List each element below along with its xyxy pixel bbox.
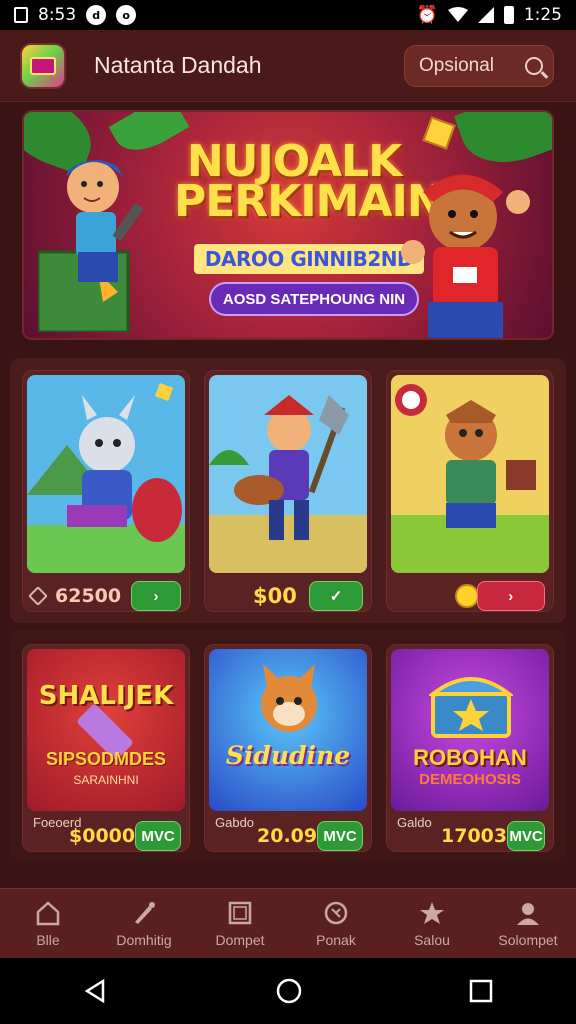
home-icon (36, 900, 60, 925)
nav-item-domhitig[interactable]: Domhitig (96, 889, 192, 958)
banner-subtitle: DAROO GINNIB2ND (194, 244, 424, 274)
game-card[interactable]: Sidudine Gabdo 20.09 MVC (204, 644, 372, 852)
price-row: 20.09 MVC (213, 821, 363, 851)
notification-icon (14, 7, 28, 23)
price-row: $0000 MVC (31, 821, 181, 851)
app-logo[interactable] (22, 44, 64, 87)
home-circle-icon[interactable] (275, 977, 303, 1005)
nav-item-dompet[interactable]: Dompet (192, 889, 288, 958)
nav-item-ponak[interactable]: Ponak (288, 889, 384, 958)
play-button[interactable]: MVC (135, 821, 181, 851)
back-icon[interactable] (83, 978, 109, 1004)
game-card[interactable]: $00 ✓ (204, 370, 372, 612)
system-nav-bar (0, 958, 576, 1024)
promo-banner[interactable]: NUJOALK PERKIMAIN! DAROO GINNIB2ND AOSD … (22, 110, 554, 340)
thumb-title: Sidudine (225, 741, 351, 770)
search-label: Opsional (419, 54, 494, 76)
game-card[interactable]: SHALIJEK SIPSODMDES SARAINHNI Foeoerd $0… (22, 644, 190, 852)
app-notification-icon: d (86, 5, 107, 25)
search-icon[interactable] (525, 56, 543, 75)
fox-icon (261, 664, 317, 732)
refresh-icon (324, 901, 348, 924)
status-left: 8:53 d o (14, 5, 137, 25)
game-thumbnail[interactable]: SHALIJEK SIPSODMDES SARAINHNI (27, 649, 185, 811)
game-price: $0000 (69, 825, 136, 847)
thumb-subtitle: SIPSODMDES (45, 749, 167, 769)
nav-label: Dompet (215, 931, 265, 948)
app-title: Natanta Dandah (94, 52, 262, 78)
status-time-right: 1:25 (523, 5, 562, 25)
game-thumbnail[interactable] (27, 375, 185, 573)
price-row: › (395, 581, 545, 611)
game-thumbnail[interactable]: ROBOHAN DEMEOHOSIS (391, 649, 549, 811)
thumb-title: SHALIJEK (38, 681, 174, 711)
search-box[interactable]: Opsional (404, 44, 554, 87)
signal-icon (477, 7, 494, 23)
wifi-icon (447, 7, 468, 22)
game-price: 17003 (441, 825, 508, 847)
action-button[interactable]: › (476, 581, 545, 611)
play-button[interactable]: MVC (507, 821, 545, 851)
game-price: 62500 (55, 585, 122, 607)
banner-cta-pill[interactable]: AOSD SATEPHOUNG NIN (209, 282, 419, 316)
profile-icon (517, 902, 539, 925)
nav-label: Domhitig (116, 931, 172, 948)
price-row: 17003 MVC (395, 821, 545, 851)
bottom-nav: Blle Domhitig Dompet Ponak Salou Solompe… (0, 888, 576, 958)
app-bar: Natanta Dandah Opsional (0, 30, 576, 102)
confirm-button[interactable]: ✓ (309, 581, 363, 611)
circle-notification-icon: o (116, 5, 137, 25)
nav-label: Blle (36, 931, 60, 948)
thumb-subtitle-2: SARAINHNI (73, 773, 139, 787)
game-card[interactable]: › (386, 370, 554, 612)
game-price: 20.09 (257, 825, 318, 847)
nav-item-solompet[interactable]: Solompet (480, 889, 576, 958)
game-price: $00 (253, 584, 297, 608)
nav-label: Ponak (316, 931, 356, 948)
price-row: 62500 › (28, 581, 181, 611)
play-button[interactable]: MVC (317, 821, 363, 851)
nav-item-home[interactable]: Blle (0, 889, 96, 958)
banner-title: NUJOALK PERKIMAIN! (174, 136, 463, 227)
nav-label: Salou (414, 931, 450, 948)
brush-icon (135, 901, 155, 924)
game-card[interactable]: 62500 › (22, 370, 190, 612)
banner-character-right (401, 174, 530, 338)
play-button[interactable]: › (131, 581, 181, 611)
nav-label: Solompet (498, 931, 558, 948)
game-thumbnail[interactable]: Sidudine (209, 649, 367, 811)
nav-item-salou[interactable]: Salou (384, 889, 480, 958)
game-card[interactable]: ROBOHAN DEMEOHOSIS Galdo 17003 MVC (386, 644, 554, 852)
alarm-icon: ⏰ (416, 5, 438, 25)
treasure-chest-icon (429, 677, 513, 738)
coin-icon (457, 586, 477, 606)
battery-icon (503, 6, 514, 24)
gem-icon (28, 586, 48, 606)
recents-icon[interactable] (469, 979, 493, 1003)
thumb-title: ROBOHAN (413, 745, 527, 770)
price-row: $00 ✓ (213, 581, 363, 611)
banner-character-left (38, 160, 144, 332)
game-thumbnail[interactable] (209, 375, 367, 573)
star-icon (420, 901, 444, 924)
status-bar: 8:53 d o ⏰ 1:25 (0, 0, 576, 30)
status-time-left: 8:53 (38, 5, 77, 25)
wallet-icon (228, 901, 252, 924)
thumb-subtitle: DEMEOHOSIS (419, 771, 521, 788)
game-thumbnail[interactable] (391, 375, 549, 573)
status-right: ⏰ 1:25 (417, 5, 562, 25)
